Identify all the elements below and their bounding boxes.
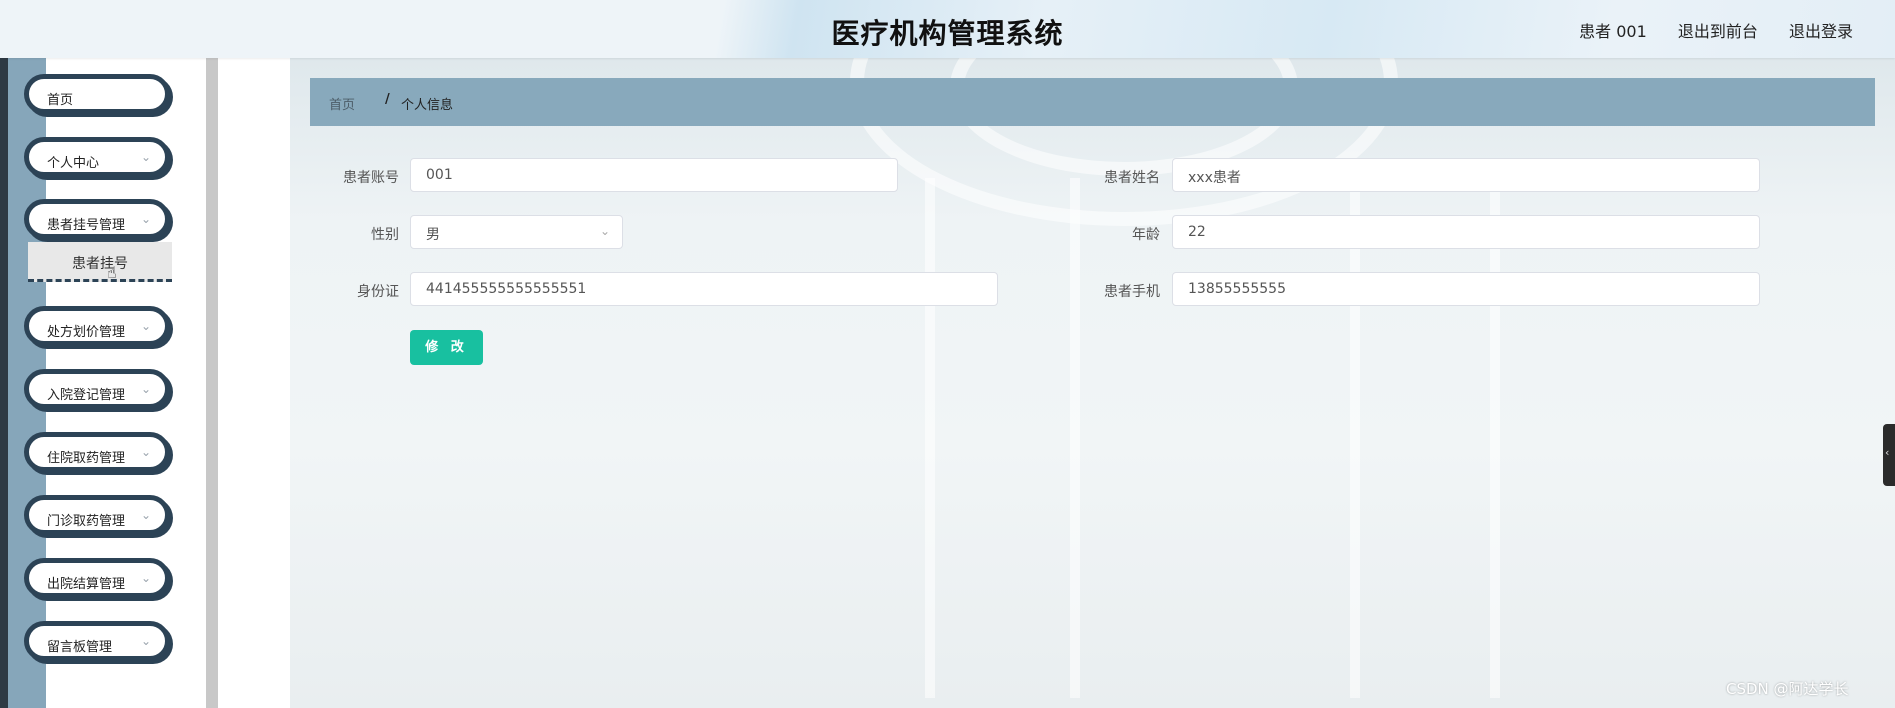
age-field[interactable]: 22 xyxy=(1172,215,1760,249)
chevron-down-icon: ⌄ xyxy=(599,224,610,238)
breadcrumb: 首页 / 个人信息 xyxy=(310,78,1875,126)
breadcrumb-home-link[interactable]: 首页 xyxy=(329,94,355,113)
sidebar-item-outpatient-medicine[interactable]: 门诊取药管理 ⌄ xyxy=(24,495,170,535)
sidebar-item-label: 门诊取药管理 xyxy=(47,514,126,529)
gender-label: 性别 xyxy=(371,227,399,243)
sidebar-item-home[interactable]: 首页 xyxy=(24,74,170,114)
sidebar-item-message-board[interactable]: 留言板管理 ⌄ xyxy=(24,621,170,661)
sidebar-item-personal-center[interactable]: 个人中心 ⌄ xyxy=(24,137,170,177)
watermark: CSDN @阿达学长 xyxy=(1726,680,1849,698)
chevron-down-icon: ⌄ xyxy=(140,445,151,459)
sidebar-item-registration-management[interactable]: 患者挂号管理 ⌄ xyxy=(24,199,170,239)
sidebar-item-discharge-settlement[interactable]: 出院结算管理 ⌄ xyxy=(24,558,170,598)
header-user-links: 患者 001 退出到前台 退出登录 xyxy=(1553,18,1853,42)
sidebar-gutter xyxy=(218,58,290,708)
chevron-down-icon: ⌄ xyxy=(140,212,151,226)
gender-select-value: 男 xyxy=(426,227,440,243)
sidebar-item-prescription-pricing[interactable]: 处方划价管理 ⌄ xyxy=(24,306,170,346)
background-column xyxy=(1070,178,1080,698)
sidebar-item-label: 留言板管理 xyxy=(47,640,113,655)
sidebar-item-label: 住院取药管理 xyxy=(47,451,126,466)
background-column xyxy=(1350,178,1360,698)
phone-field[interactable]: 13855555555 xyxy=(1172,272,1760,306)
current-user-label: 患者 001 xyxy=(1579,22,1647,41)
chevron-down-icon: ⌄ xyxy=(140,150,151,164)
top-header: 医疗机构管理系统 患者 001 退出到前台 退出登录 xyxy=(0,0,1895,58)
sidebar-item-label: 处方划价管理 xyxy=(47,325,126,340)
chevron-down-icon: ⌄ xyxy=(140,319,151,333)
sidebar-divider xyxy=(206,58,218,708)
account-label: 患者账号 xyxy=(343,170,399,186)
submenu-item-registration[interactable]: 患者挂号 xyxy=(28,242,172,282)
hand-pointer-icon: ☝ xyxy=(107,263,117,282)
phone-label: 患者手机 xyxy=(1104,284,1160,300)
id-card-field[interactable]: 441455555555555551 xyxy=(410,272,998,306)
chevron-down-icon: ⌄ xyxy=(140,571,151,585)
breadcrumb-separator: / xyxy=(385,92,390,107)
update-button[interactable]: 修 改 xyxy=(410,330,483,365)
sidebar-item-admission[interactable]: 入院登记管理 ⌄ xyxy=(24,369,170,409)
breadcrumb-current: 个人信息 xyxy=(401,98,454,113)
id-card-label: 身份证 xyxy=(357,284,399,300)
name-field[interactable]: xxx患者 xyxy=(1172,158,1760,192)
chevron-down-icon: ⌄ xyxy=(140,508,151,522)
back-to-front-link[interactable]: 退出到前台 xyxy=(1678,22,1758,41)
background-column xyxy=(1490,178,1500,698)
background-column xyxy=(925,178,935,698)
sidebar-item-label: 出院结算管理 xyxy=(47,577,126,592)
logout-link[interactable]: 退出登录 xyxy=(1789,22,1853,41)
age-label: 年龄 xyxy=(1132,227,1160,243)
sidebar-item-label: 首页 xyxy=(47,93,74,108)
sidebar-item-label: 入院登记管理 xyxy=(47,388,126,403)
account-field[interactable]: 001 xyxy=(410,158,898,192)
chevron-down-icon: ⌄ xyxy=(140,634,151,648)
sidebar-item-label: 患者挂号管理 xyxy=(47,218,126,233)
sidebar-item-inpatient-medicine[interactable]: 住院取药管理 ⌄ xyxy=(24,432,170,472)
sidebar-edge xyxy=(0,58,8,708)
sidebar-item-label: 个人中心 xyxy=(47,156,100,171)
chevron-left-icon: ‹ xyxy=(1885,446,1890,459)
main-content: 首页 / 个人信息 患者账号 001 患者姓名 xxx患者 性别 男 ⌄ 年龄 … xyxy=(290,58,1895,708)
name-label: 患者姓名 xyxy=(1104,170,1160,186)
chevron-down-icon: ⌄ xyxy=(140,382,151,396)
gender-select[interactable]: 男 ⌄ xyxy=(410,215,623,249)
side-toggle-tab[interactable]: ‹ xyxy=(1883,424,1895,486)
